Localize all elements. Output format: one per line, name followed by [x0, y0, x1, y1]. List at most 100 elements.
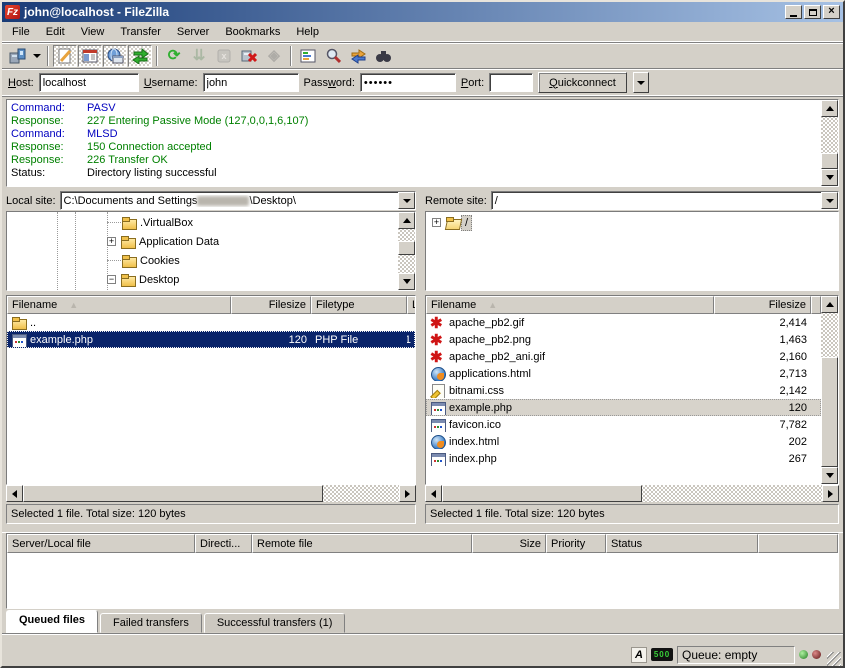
tab-failed-transfers[interactable]: Failed transfers: [100, 613, 202, 633]
quickconnect-dropdown[interactable]: [633, 72, 649, 93]
column-priority[interactable]: Priority: [546, 534, 606, 553]
resize-grip[interactable]: [827, 652, 841, 666]
remote-list-scrollbar[interactable]: [821, 296, 838, 484]
scrollbar-thumb[interactable]: [398, 241, 415, 255]
expand-icon[interactable]: +: [432, 218, 441, 227]
file-row-example-php[interactable]: example.php 120 PHP File 1: [7, 331, 415, 348]
file-row[interactable]: apache_pb2.png 1,463: [426, 331, 821, 348]
toggle-queue-button[interactable]: [128, 45, 152, 67]
log-scrollbar[interactable]: [821, 100, 838, 186]
cancel-button[interactable]: x: [212, 45, 236, 67]
tab-successful-transfers[interactable]: Successful transfers (1): [204, 613, 346, 633]
column-remote-file[interactable]: Remote file: [252, 534, 472, 553]
scrollbar-thumb[interactable]: [23, 485, 323, 502]
tab-queued-files[interactable]: Queued files: [6, 610, 98, 633]
column-status[interactable]: Status: [606, 534, 758, 553]
maximize-button[interactable]: [804, 5, 821, 19]
menu-transfer[interactable]: Transfer: [112, 24, 169, 40]
scroll-up-button[interactable]: [398, 212, 415, 229]
scroll-down-button[interactable]: [821, 467, 838, 484]
tree-item-virtualbox[interactable]: .VirtualBox: [7, 213, 398, 232]
local-tree-scrollbar[interactable]: [398, 212, 415, 290]
sort-ascending-icon: ▲: [69, 300, 78, 310]
file-row-example-php[interactable]: example.php 120: [426, 399, 821, 416]
scroll-right-button[interactable]: [822, 485, 839, 502]
refresh-button[interactable]: ⟳: [162, 45, 186, 67]
tree-item-root[interactable]: + /: [426, 213, 838, 232]
site-manager-button[interactable]: [5, 45, 29, 67]
host-input[interactable]: [39, 73, 139, 92]
menu-view[interactable]: View: [73, 24, 113, 40]
quickconnect-button[interactable]: Quickconnect: [538, 72, 627, 93]
toggle-message-log-button[interactable]: [53, 45, 77, 67]
chevron-down-icon: [637, 81, 645, 89]
menu-file[interactable]: File: [4, 24, 38, 40]
synchronized-browsing-button[interactable]: [346, 45, 370, 67]
column-filetype[interactable]: Filetype: [311, 296, 407, 314]
refresh-icon: ⟳: [168, 48, 181, 63]
speed-limit-indicator-icon[interactable]: 500: [651, 648, 673, 661]
transfer-type-ascii-icon[interactable]: A: [631, 647, 647, 663]
column-filesize[interactable]: Filesize: [714, 296, 811, 314]
disconnect-button[interactable]: [237, 45, 261, 67]
toggle-remote-tree-button[interactable]: [103, 45, 127, 67]
minimize-button[interactable]: [785, 5, 802, 19]
tree-item-desktop[interactable]: − Desktop: [7, 270, 398, 289]
username-input[interactable]: [203, 73, 299, 92]
remote-path-dropdown[interactable]: [821, 192, 838, 209]
queue-splitter[interactable]: [2, 524, 843, 533]
scroll-up-button[interactable]: [821, 100, 838, 117]
menu-bookmarks[interactable]: Bookmarks: [217, 24, 288, 40]
file-row[interactable]: index.html 202: [426, 433, 821, 450]
column-filename[interactable]: Filename▲: [426, 296, 714, 314]
password-input[interactable]: [360, 73, 456, 92]
scrollbar-thumb[interactable]: [821, 153, 838, 169]
menu-edit[interactable]: Edit: [38, 24, 73, 40]
scrollbar-thumb[interactable]: [821, 357, 838, 467]
site-manager-dropdown[interactable]: [30, 45, 43, 67]
column-server-local-file[interactable]: Server/Local file: [7, 534, 195, 553]
column-direction[interactable]: Directi...: [195, 534, 252, 553]
remote-horizontal-scrollbar[interactable]: [425, 485, 839, 502]
close-button[interactable]: ×: [823, 5, 840, 19]
file-row[interactable]: favicon.ico 7,782: [426, 416, 821, 433]
menu-server[interactable]: Server: [169, 24, 217, 40]
local-path-dropdown[interactable]: [398, 192, 415, 209]
file-row[interactable]: applications.html 2,713: [426, 365, 821, 382]
directory-comparison-button[interactable]: [321, 45, 345, 67]
scroll-up-button[interactable]: [821, 296, 838, 313]
scroll-down-button[interactable]: [821, 169, 838, 186]
tree-twig: [107, 260, 121, 261]
column-size[interactable]: Size: [472, 534, 546, 553]
reconnect-button[interactable]: ◈: [262, 45, 286, 67]
tree-item-application-data[interactable]: + Application Data: [7, 232, 398, 251]
local-horizontal-scrollbar[interactable]: [6, 485, 416, 502]
column-lastmodified[interactable]: L: [407, 296, 416, 314]
scroll-left-button[interactable]: [6, 485, 23, 502]
menu-help[interactable]: Help: [288, 24, 327, 40]
expand-icon[interactable]: +: [107, 237, 116, 246]
port-input[interactable]: [489, 73, 533, 92]
filter-button[interactable]: [296, 45, 320, 67]
toggle-local-tree-button[interactable]: [78, 45, 102, 67]
remote-site-combobox[interactable]: /: [491, 191, 839, 210]
file-row[interactable]: bitnami.css 2,142: [426, 382, 821, 399]
collapse-icon[interactable]: −: [107, 275, 116, 284]
scrollbar-thumb[interactable]: [442, 485, 642, 502]
scroll-down-button[interactable]: [398, 273, 415, 290]
column-filesize[interactable]: Filesize: [231, 296, 311, 314]
scroll-left-button[interactable]: [425, 485, 442, 502]
find-files-button[interactable]: [371, 45, 395, 67]
queue-size-indicator: Queue: empty: [677, 646, 795, 664]
pane-splitter[interactable]: [416, 190, 425, 524]
tree-item-cookies[interactable]: Cookies: [7, 251, 398, 270]
process-queue-button[interactable]: ⇊: [187, 45, 211, 67]
parent-directory-row[interactable]: ..: [7, 314, 415, 331]
file-row[interactable]: index.php 267: [426, 450, 821, 467]
local-site-combobox[interactable]: C:\Documents and Settings\Desktop\: [60, 191, 416, 210]
folder-icon: [120, 273, 136, 287]
file-row[interactable]: apache_pb2_ani.gif 2,160: [426, 348, 821, 365]
column-filename[interactable]: Filename▲: [7, 296, 231, 314]
file-row[interactable]: apache_pb2.gif 2,414: [426, 314, 821, 331]
scroll-right-button[interactable]: [399, 485, 416, 502]
